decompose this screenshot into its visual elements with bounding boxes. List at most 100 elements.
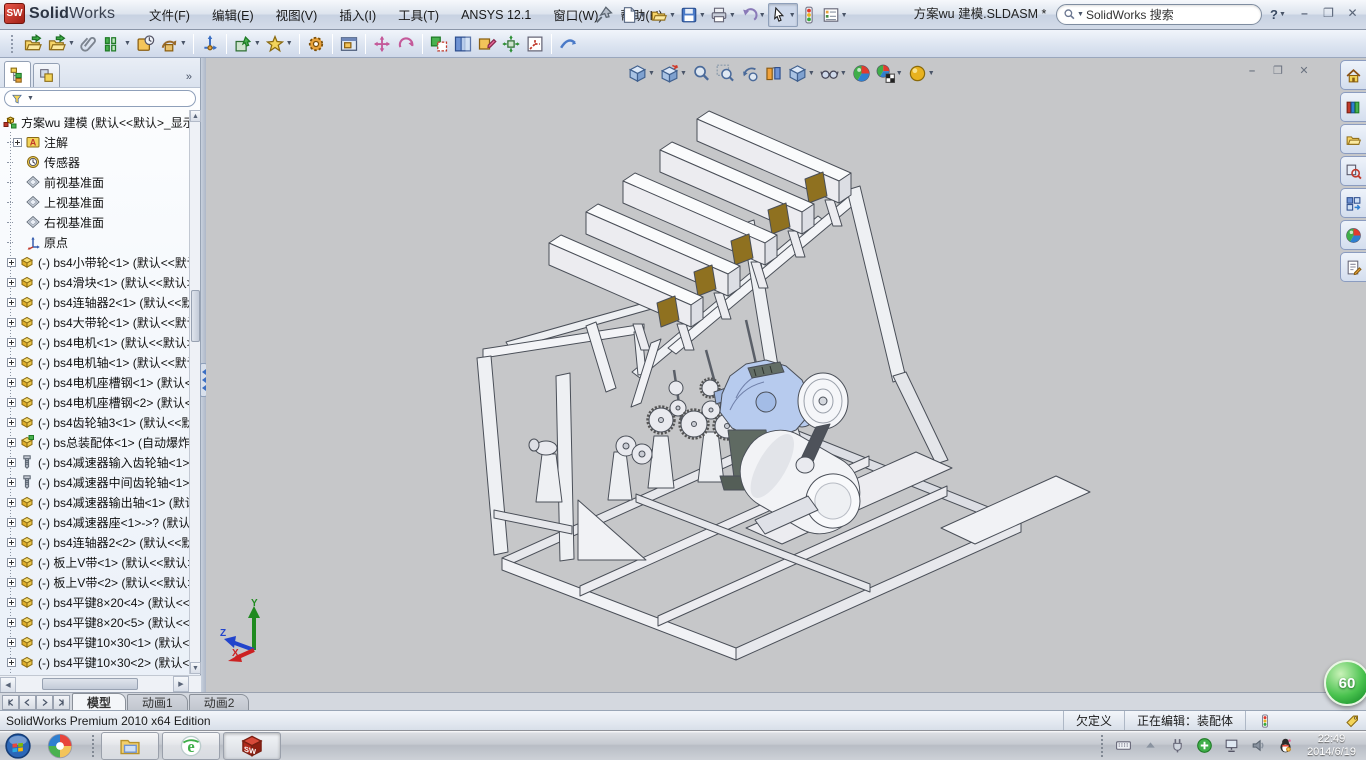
taskbar-explorer-button[interactable] [101, 732, 159, 760]
taskpane-solidworks-resources-tab[interactable] [1340, 60, 1366, 90]
tray-power-icon[interactable] [1169, 737, 1186, 754]
view-orientation-button[interactable]: ▼ [786, 61, 817, 85]
linear-component-pattern-button[interactable]: ▼ [101, 31, 133, 56]
minimize-button[interactable]: – [1297, 6, 1312, 21]
model-tab-2[interactable]: 动画1 [127, 694, 188, 710]
explode-line-sketch-button[interactable] [523, 31, 547, 56]
dropdown-caret-icon[interactable]: ▼ [808, 70, 815, 77]
dropdown-caret-icon[interactable]: ▼ [789, 12, 796, 19]
tree-expand-button[interactable] [7, 478, 16, 487]
search-input[interactable] [1086, 8, 1255, 22]
panel-overflow-button[interactable]: » [186, 71, 196, 87]
insert-components-drop-button[interactable]: ▼ [45, 31, 77, 56]
section-view-button[interactable] [762, 61, 785, 85]
tree-item[interactable]: 上视基准面 [0, 192, 190, 212]
tree-expand-button[interactable] [13, 138, 22, 147]
tab-nav-first[interactable] [2, 695, 19, 710]
taskbar-grip[interactable] [91, 734, 95, 758]
tree-expand-button[interactable] [7, 518, 16, 527]
menu-item-0[interactable]: 文件(F) [138, 0, 201, 29]
dropdown-caret-icon[interactable]: ▼ [286, 40, 293, 47]
start-button[interactable] [5, 733, 31, 759]
tree-item[interactable]: (-) bs4电机<1> (默认<<默认>_显示状态 1>) [0, 332, 190, 352]
reference-geometry-button[interactable]: ▼ [263, 31, 295, 56]
print-button[interactable]: ▼ [708, 3, 738, 27]
scroll-down-arrow[interactable]: ▼ [190, 662, 201, 674]
tree-item[interactable]: (-) bs4小带轮<1> (默认<<默认>_显示状态 1>) [0, 252, 190, 272]
show-hidden-components-button[interactable] [427, 31, 451, 56]
dropdown-caret-icon[interactable]: ▼ [896, 70, 903, 77]
tree-expand-button[interactable] [7, 638, 16, 647]
tree-expand-button[interactable] [7, 538, 16, 547]
tree-item[interactable]: (-) bs4平键8×20<5> (默认<<默认>_显示状态 1>) [0, 612, 190, 632]
assembly-features-button[interactable]: ▼ [231, 31, 263, 56]
taskpane-file-explorer-tab[interactable] [1340, 124, 1366, 154]
new-motion-study-button[interactable] [337, 31, 361, 56]
search-box[interactable]: ▼ [1056, 4, 1262, 25]
dropdown-caret-icon[interactable]: ▼ [759, 12, 766, 19]
tree-item[interactable]: (-) bs4齿轮轴3<1> (默认<<默认>_显示状态 1>) [0, 412, 190, 432]
taskpane-appearances-tab[interactable] [1340, 220, 1366, 250]
taskpane-custom-properties-tab[interactable] [1340, 252, 1366, 282]
tree-expand-button[interactable] [7, 498, 16, 507]
exploded-view-button[interactable] [499, 31, 523, 56]
tree-item[interactable]: 原点 [0, 232, 190, 252]
instant3d-button[interactable] [556, 31, 580, 56]
tree-item[interactable]: 右视基准面 [0, 212, 190, 232]
tree-item[interactable]: (-) bs4连轴器2<2> (默认<<默认>_显示状态 1>) [0, 532, 190, 552]
tree-expand-button[interactable] [7, 398, 16, 407]
dropdown-caret-icon[interactable]: ▼ [124, 40, 131, 47]
dropdown-caret-icon[interactable]: ▼ [639, 12, 646, 19]
tree-expand-button[interactable] [7, 358, 16, 367]
quick-launch-app-icon[interactable] [47, 733, 73, 759]
tree-item[interactable]: 方案wu 建模 (默认<<默认>_显示状态 1>) [0, 112, 190, 132]
tree-item[interactable]: (-) bs总装配体<1> (自动爆炸<<默认>_显示状态 1>) [0, 432, 190, 452]
tab-nav-last[interactable] [53, 695, 70, 710]
tree-item[interactable]: (-) 板上V带<2> (默认<<默认>_显示状态 1>) [0, 572, 190, 592]
tree-item[interactable]: 配合 [0, 672, 190, 674]
assembly-transparency-button[interactable] [451, 31, 475, 56]
tree-item[interactable]: 前视基准面 [0, 172, 190, 192]
tree-item[interactable]: (-) bs4滑块<1> (默认<<默认>_显示状态 1>) [0, 272, 190, 292]
tree-expand-button[interactable] [7, 618, 16, 627]
tree-item[interactable]: (-) bs4平键10×30<1> (默认<<默认>_显示状态 1>) [0, 632, 190, 652]
tree-expand-button[interactable] [7, 658, 16, 667]
tree-item[interactable]: (-) bs4减速器输出轴<1> (默认<<默认>_显示状态 1>) [0, 492, 190, 512]
tree-expand-button[interactable] [7, 418, 16, 427]
menu-item-3[interactable]: 插入(I) [328, 0, 387, 29]
menu-item-2[interactable]: 视图(V) [265, 0, 329, 29]
taskbar-solidworks-button[interactable]: SW [223, 732, 281, 760]
tree-item[interactable]: A注解 [0, 132, 190, 152]
tree-vertical-scrollbar[interactable]: ▲ ▼ [189, 110, 200, 674]
dropdown-caret-icon[interactable]: ▼ [648, 70, 655, 77]
tree-item[interactable]: (-) bs4电机座槽钢<1> (默认<<默认>_显示状态 1>) [0, 372, 190, 392]
whole-view-button[interactable]: ▼ [626, 61, 657, 85]
tree-expand-button[interactable] [7, 318, 16, 327]
tab-nav-prev[interactable] [19, 695, 36, 710]
restore-button[interactable]: ❐ [1321, 6, 1336, 21]
move-with-triad-button[interactable] [198, 31, 222, 56]
tree-expand-button[interactable] [7, 258, 16, 267]
dropdown-caret-icon[interactable]: ▼ [180, 40, 187, 47]
scroll-left-arrow[interactable]: ◀ [0, 677, 16, 693]
tree-item[interactable]: (-) 板上V带<1> (默认<<默认>_显示状态 1>) [0, 552, 190, 572]
model-tab-1[interactable]: 模型 [72, 693, 126, 710]
menu-item-4[interactable]: 工具(T) [387, 0, 450, 29]
section-cube-button[interactable]: ▼ [658, 61, 689, 85]
new-document-button[interactable]: ▼ [618, 3, 648, 27]
move-component-button[interactable] [370, 31, 394, 56]
tree-filter-box[interactable]: ▼ [4, 90, 196, 107]
open-document-button[interactable]: ▼ [648, 3, 678, 27]
doc-close-button[interactable]: ✕ [1296, 65, 1312, 79]
taskpane-view-palette-tab[interactable] [1340, 188, 1366, 218]
rotate-component-button[interactable] [394, 31, 418, 56]
tree-item[interactable]: (-) bs4电机轴<1> (默认<<默认>_显示状态 1>) [0, 352, 190, 372]
tray-keyboard-icon[interactable] [1115, 737, 1132, 754]
taskbar-clock[interactable]: 22:49 2014/6/19 [1307, 733, 1356, 759]
dropdown-caret-icon[interactable]: ▼ [840, 70, 847, 77]
tree-item[interactable]: 传感器 [0, 152, 190, 172]
belt-chain-button[interactable] [304, 31, 328, 56]
menu-item-1[interactable]: 编辑(E) [201, 0, 265, 29]
tray-volume-icon[interactable] [1250, 737, 1267, 754]
apply-scene-button[interactable]: ▼ [874, 61, 905, 85]
